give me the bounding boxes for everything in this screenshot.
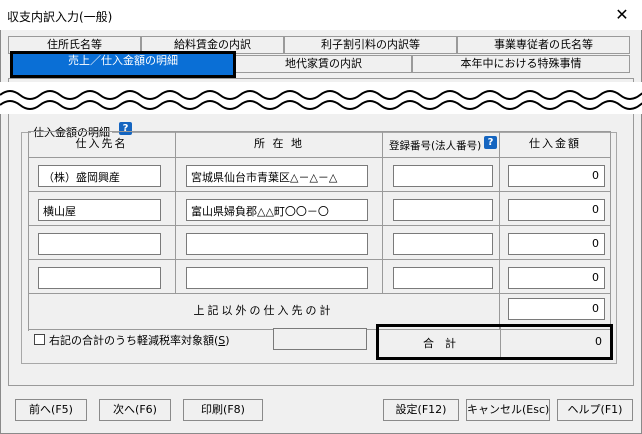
header-address: 所 在 地 <box>176 131 383 158</box>
amount-input-2[interactable]: 0 <box>508 199 605 221</box>
print-button[interactable]: 印刷(F8) <box>183 399 263 421</box>
supplier-name-input-1[interactable]: （株）盛岡興産 <box>38 165 161 187</box>
supplier-name-input-2[interactable]: 横山屋 <box>38 199 161 221</box>
amount-input-1[interactable]: 0 <box>508 165 605 187</box>
total-divider <box>500 327 501 357</box>
address-input-1[interactable]: 宮城県仙台市青葉区△－△－△ <box>186 165 368 187</box>
address-input-2[interactable]: 富山県婦負郡△△町〇〇－〇 <box>186 199 368 221</box>
tab-sales-purchase-label: 売上／仕入金額の明細 <box>68 54 178 67</box>
reduced-rate-label-close: ) <box>225 334 230 347</box>
total-amount: 0 <box>595 335 602 348</box>
help-button[interactable]: ヘルプ(F1) <box>557 399 633 421</box>
next-button[interactable]: 次へ(F6) <box>99 399 171 421</box>
reduced-rate-checkbox[interactable] <box>34 334 45 345</box>
reduced-rate-label-text: 右記の合計のうち軽減税率対象額( <box>49 334 219 347</box>
window-title: 収支内訳入力(一般) <box>7 10 113 24</box>
supplier-name-input-4[interactable] <box>38 267 161 289</box>
header-registration-number: 登録番号(法人番号) <box>389 140 482 152</box>
address-input-4[interactable] <box>186 267 368 289</box>
tab-family-employee[interactable]: 事業専従者の氏名等 <box>457 36 630 54</box>
header-supplier-name: 仕入先名 <box>28 131 176 158</box>
header-registration-cell: 登録番号(法人番号) <box>383 131 500 158</box>
reduced-rate-value <box>273 328 367 350</box>
registration-help-icon[interactable]: ? <box>484 136 497 149</box>
header-purchase-amount: 仕入金額 <box>500 131 611 158</box>
tab-interest-details[interactable]: 利子割引料の内訳等 <box>284 36 457 54</box>
amount-input-4[interactable]: 0 <box>508 267 605 289</box>
address-input-3[interactable] <box>186 233 368 255</box>
other-suppliers-amount-input[interactable]: 0 <box>508 298 605 320</box>
registration-input-2[interactable] <box>393 199 493 221</box>
supplier-name-input-3[interactable] <box>38 233 161 255</box>
registration-input-3[interactable] <box>393 233 493 255</box>
amount-input-3[interactable]: 0 <box>508 233 605 255</box>
tab-rent-details[interactable]: 地代家賃の内訳 <box>235 55 412 73</box>
prev-button[interactable]: 前へ(F5) <box>15 399 87 421</box>
cancel-button[interactable]: キャンセル(Esc) <box>466 399 550 421</box>
registration-input-4[interactable] <box>393 267 493 289</box>
tab-sales-purchase[interactable]: 売上／仕入金額の明細 <box>10 51 236 78</box>
title-bar: 収支内訳入力(一般) ✕ <box>0 0 642 30</box>
tab-special-circumstances[interactable]: 本年中における特殊事情 <box>412 55 630 73</box>
total-label: 合 計 <box>423 337 456 350</box>
reduced-rate-label[interactable]: 右記の合計のうち軽減税率対象額(S) <box>49 332 230 348</box>
page-break-wave <box>0 82 642 114</box>
close-icon[interactable]: ✕ <box>606 2 638 28</box>
settings-button[interactable]: 設定(F12) <box>383 399 459 421</box>
registration-input-1[interactable] <box>393 165 493 187</box>
